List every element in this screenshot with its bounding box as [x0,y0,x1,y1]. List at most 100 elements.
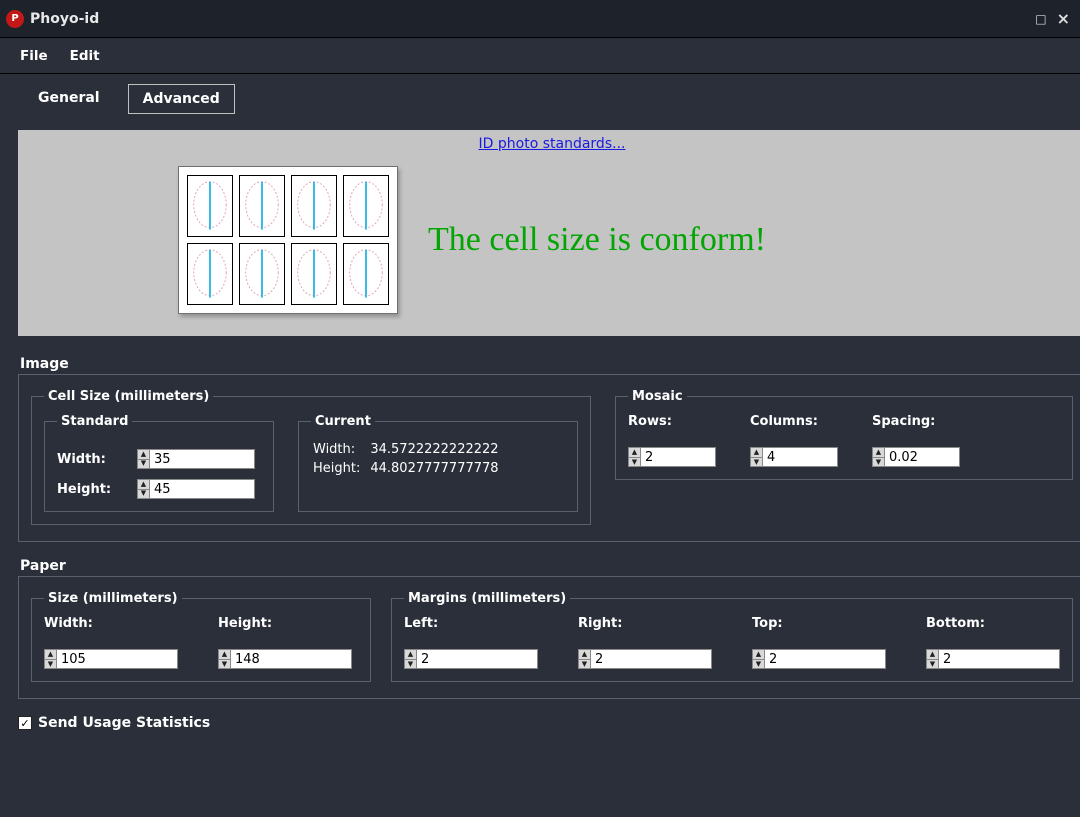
image-group: Cell Size (millimeters) Standard Width: … [18,374,1080,542]
mosaic-legend: Mosaic [628,389,687,404]
cur-height-label: Height: [313,460,368,477]
mosaic-spacing-input[interactable] [885,448,959,466]
photo-cell [187,243,233,305]
margin-left-spinner[interactable]: ▲▼ [404,649,538,669]
spinner-up-icon[interactable]: ▲ [927,650,938,660]
cell-size-legend: Cell Size (millimeters) [44,389,213,404]
spinner-up-icon[interactable]: ▲ [751,448,762,458]
standard-legend: Standard [57,414,132,429]
spinner-down-icon[interactable]: ▼ [138,490,149,499]
conform-message: The cell size is conform! [428,221,766,259]
mosaic-group: Mosaic Rows: ▲▼ Columns: ▲▼ [615,389,1073,480]
mosaic-cols-spinner[interactable]: ▲▼ [750,447,838,467]
mosaic-cols-input[interactable] [763,448,837,466]
mosaic-spacing-spinner[interactable]: ▲▼ [872,447,960,467]
std-width-spinner[interactable]: ▲▼ [137,449,255,469]
spinner-down-icon[interactable]: ▼ [579,660,590,669]
photo-cell [187,175,233,237]
margin-bottom-spinner[interactable]: ▲▼ [926,649,1060,669]
paper-height-input[interactable] [231,650,351,668]
photo-cell [239,243,285,305]
margin-left-label: Left: [404,616,538,631]
photo-cell [343,243,389,305]
margin-bottom-input[interactable] [939,650,1059,668]
paper-margins-legend: Margins (millimeters) [404,591,570,606]
margin-right-input[interactable] [591,650,711,668]
margin-right-label: Right: [578,616,712,631]
paper-group: Size (millimeters) Width: ▲▼ Height: [18,576,1080,699]
mosaic-cols-label: Columns: [750,414,838,429]
spinner-down-icon[interactable]: ▼ [138,460,149,469]
current-group: Current Width: 34.5722222222222 Height: … [298,414,578,512]
menu-edit[interactable]: Edit [62,44,108,68]
std-width-label: Width: [57,452,127,467]
tab-advanced[interactable]: Advanced [128,84,235,114]
spinner-up-icon[interactable]: ▲ [873,448,884,458]
spinner-up-icon[interactable]: ▲ [753,650,764,660]
standard-group: Standard Width: ▲▼ Height: [44,414,274,512]
mosaic-rows-spinner[interactable]: ▲▼ [628,447,716,467]
spinner-down-icon[interactable]: ▼ [405,660,416,669]
window-title: Phoyo-id [30,11,99,27]
photo-sheet-preview [178,166,398,314]
tabs: General Advanced [18,84,1080,114]
paper-width-label: Width: [44,616,178,631]
content-area: General Advanced ID photo standards... T… [0,74,1080,817]
menu-file[interactable]: File [12,44,56,68]
spinner-up-icon[interactable]: ▲ [45,650,56,660]
mosaic-rows-label: Rows: [628,414,716,429]
menubar: File Edit [0,38,1080,74]
paper-height-spinner[interactable]: ▲▼ [218,649,352,669]
cur-height-value: 44.8027777777778 [370,460,506,477]
spinner-up-icon[interactable]: ▲ [219,650,230,660]
cur-width-value: 34.5722222222222 [370,441,506,458]
titlebar: P Phoyo-id □ × [0,0,1080,38]
id-standards-link[interactable]: ID photo standards... [479,136,626,152]
mosaic-rows-input[interactable] [641,448,715,466]
margin-right-spinner[interactable]: ▲▼ [578,649,712,669]
maximize-icon[interactable]: □ [1035,13,1046,25]
photo-cell [291,243,337,305]
margin-bottom-label: Bottom: [926,616,1060,631]
std-height-input[interactable] [150,480,254,498]
photo-cell [343,175,389,237]
spinner-up-icon[interactable]: ▲ [138,450,149,460]
spinner-down-icon[interactable]: ▼ [927,660,938,669]
std-height-spinner[interactable]: ▲▼ [137,479,255,499]
spinner-down-icon[interactable]: ▼ [219,660,230,669]
margin-top-input[interactable] [765,650,885,668]
spinner-down-icon[interactable]: ▼ [629,458,640,467]
preview-panel: ID photo standards... The cell size is c… [18,130,1080,336]
spinner-down-icon[interactable]: ▼ [751,458,762,467]
spinner-down-icon[interactable]: ▼ [45,660,56,669]
spinner-down-icon[interactable]: ▼ [873,458,884,467]
app-icon: P [6,10,24,28]
tab-general[interactable]: General [24,84,114,114]
spinner-up-icon[interactable]: ▲ [579,650,590,660]
paper-height-label: Height: [218,616,352,631]
paper-size-legend: Size (millimeters) [44,591,182,606]
paper-size-group: Size (millimeters) Width: ▲▼ Height: [31,591,371,682]
photo-cell [239,175,285,237]
spinner-up-icon[interactable]: ▲ [138,480,149,490]
section-label-image: Image [20,356,1080,372]
margin-left-input[interactable] [417,650,537,668]
paper-margins-group: Margins (millimeters) Left: ▲▼ Right: [391,591,1073,682]
cell-size-group: Cell Size (millimeters) Standard Width: … [31,389,591,525]
spinner-up-icon[interactable]: ▲ [405,650,416,660]
std-width-input[interactable] [150,450,254,468]
close-icon[interactable]: × [1057,11,1070,27]
section-label-paper: Paper [20,558,1080,574]
photo-cell [291,175,337,237]
margin-top-label: Top: [752,616,886,631]
spinner-up-icon[interactable]: ▲ [629,448,640,458]
send-stats-label: Send Usage Statistics [38,715,210,731]
std-height-label: Height: [57,482,127,497]
send-stats-checkbox[interactable]: ✓ [18,716,32,730]
paper-width-spinner[interactable]: ▲▼ [44,649,178,669]
cur-width-label: Width: [313,441,368,458]
paper-width-input[interactable] [57,650,177,668]
current-legend: Current [311,414,375,429]
margin-top-spinner[interactable]: ▲▼ [752,649,886,669]
spinner-down-icon[interactable]: ▼ [753,660,764,669]
